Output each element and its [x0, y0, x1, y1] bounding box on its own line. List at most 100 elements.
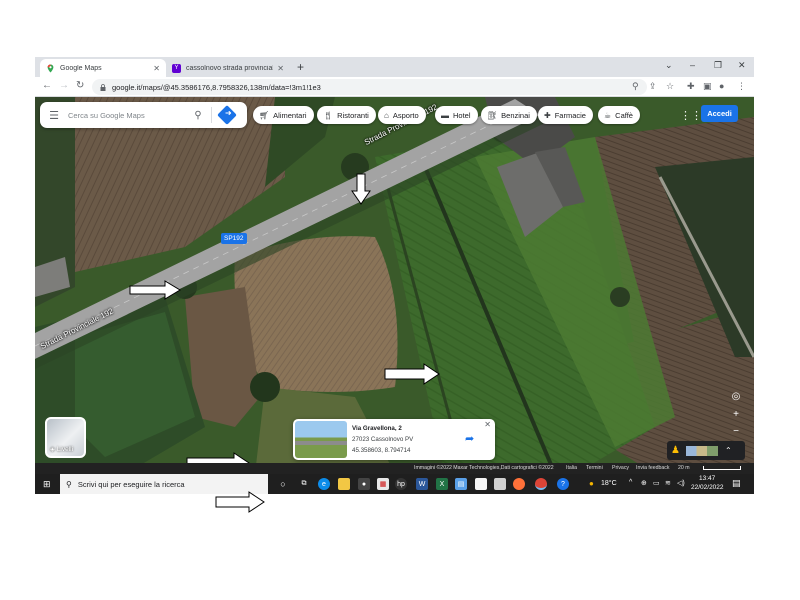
chip-label: Alimentari [273, 110, 307, 120]
minimize-button[interactable]: – [690, 60, 695, 70]
tab-title: Google Maps [60, 64, 102, 72]
map-canvas[interactable]: Strada Provinciale 192 Strada Provincial… [35, 97, 754, 474]
calculator-icon[interactable]: ▤ [455, 478, 467, 490]
cart-icon: 🛒︎ [259, 110, 270, 120]
chip-label: Asporto [392, 110, 419, 120]
chip-ristoranti[interactable]: 🍴︎ Ristoranti [317, 106, 376, 124]
feedback-link[interactable]: Invia feedback [636, 465, 669, 471]
help-icon[interactable]: ? [557, 478, 569, 490]
document-icon[interactable] [494, 478, 506, 490]
privacy-link[interactable]: Privacy [612, 465, 629, 471]
scale-bar [703, 466, 741, 470]
country-link[interactable]: Italia [566, 465, 577, 471]
expand-icon[interactable]: ⌃ [725, 446, 732, 455]
cortana-icon[interactable]: ○ [277, 478, 289, 490]
chip-hotel[interactable]: ▬ Hotel [435, 106, 478, 124]
zoom-out-button[interactable]: − [728, 426, 744, 440]
back-arrow-icon[interactable]: ← [42, 80, 52, 91]
divider [211, 107, 212, 123]
edge-icon[interactable]: e [318, 478, 330, 490]
search-icon: ⚲ [66, 479, 72, 489]
battery-icon[interactable]: ▭ [653, 479, 660, 487]
layers-button[interactable]: ◈ Livelli [45, 417, 86, 458]
wifi-icon[interactable]: ≋ [665, 479, 671, 487]
notepad-icon[interactable] [475, 478, 487, 490]
weather-icon[interactable]: ● [589, 479, 594, 488]
pegman-icon[interactable]: ♟ [671, 445, 680, 456]
chip-asporto[interactable]: ⌂ Asporto [378, 106, 426, 124]
network-icon[interactable]: ⊕ [641, 479, 647, 487]
url-text: google.it/maps/@45.3586176,8.7958326,138… [112, 82, 321, 92]
chip-alimentari[interactable]: 🛒︎ Alimentari [253, 106, 314, 124]
tab-search-icon[interactable]: ⌄ [665, 60, 673, 71]
cutlery-icon: 🍴︎ [323, 110, 334, 120]
tab-title: cassolnovo strada provinciale 192 [186, 64, 273, 72]
layers-text: Livelli [56, 446, 74, 453]
terms-link[interactable]: Termini [586, 465, 603, 471]
camera-app-icon[interactable]: ● [358, 478, 370, 490]
sidepanel-icon[interactable]: ▣ [703, 81, 712, 92]
my-location-icon[interactable]: ◎ [728, 391, 744, 405]
close-window-button[interactable]: ✕ [738, 60, 746, 71]
directions-icon[interactable] [217, 105, 237, 125]
file-explorer-icon[interactable] [338, 478, 350, 490]
close-tab-icon[interactable]: ✕ [277, 64, 284, 73]
maps-pin-icon [47, 63, 54, 73]
reload-icon[interactable]: ↻ [76, 80, 84, 91]
new-tab-button[interactable]: + [297, 60, 304, 74]
firefox-icon[interactable] [513, 478, 525, 490]
chrome-icon[interactable] [535, 478, 547, 490]
more-menu-icon[interactable]: ⋮ [737, 81, 746, 92]
notifications-icon[interactable]: ▤ [732, 478, 741, 489]
volume-icon[interactable]: ◁) [677, 479, 685, 487]
place-address: 27023 Cassolnovo PV [352, 436, 414, 443]
clock-time[interactable]: 13:47 [699, 475, 715, 482]
layers-label: ◈ Livelli [50, 446, 74, 453]
maps-search-input[interactable] [68, 110, 188, 120]
chip-farmacie[interactable]: ✚ Farmacie [538, 106, 593, 124]
taskbar-search-placeholder: Scrivi qui per eseguire la ricerca [77, 479, 185, 489]
imagery-thumbnails[interactable] [685, 445, 718, 456]
chip-benzinai[interactable]: ⛽︎ Benzinai [481, 106, 537, 124]
annotation-arrow-right-road [129, 280, 181, 300]
tab-strip: Google Maps ✕ Y cassolnovo strada provin… [35, 57, 754, 77]
annotation-arrow-right-field [384, 363, 440, 385]
chip-caffe[interactable]: ☕︎ Caffè [598, 106, 640, 124]
close-icon[interactable]: ✕ [484, 420, 491, 429]
location-icon[interactable]: ⚲ [632, 81, 639, 92]
tab-yahoo-search[interactable]: Y cassolnovo strada provinciale 192 ✕ [166, 59, 290, 77]
maps-search-box: ☰ ⚲ [40, 102, 247, 128]
search-icon[interactable]: ⚲ [188, 110, 208, 121]
star-icon[interactable]: ☆ [666, 81, 674, 92]
road-shield: SP192 [221, 233, 247, 244]
task-view-icon[interactable]: ⧉ [298, 478, 310, 490]
word-icon[interactable]: W [416, 478, 428, 490]
signin-button[interactable]: Accedi [701, 105, 738, 122]
address-bar[interactable]: google.it/maps/@45.3586176,8.7958326,138… [92, 79, 647, 95]
hamburger-menu-icon[interactable]: ☰ [40, 109, 68, 122]
map-bottom-controls: ♟ ⌃ [667, 441, 745, 460]
hp-icon[interactable]: hp [395, 478, 407, 490]
zoom-in-button[interactable]: + [728, 409, 744, 423]
browser-window: Google Maps ✕ Y cassolnovo strada provin… [35, 57, 754, 494]
weather-temp[interactable]: 18°C [601, 480, 617, 487]
attribution-bar: Immagini ©2022 Maxar Technologies,Dati c… [35, 463, 754, 474]
windows-start-icon[interactable]: ⊞ [43, 479, 51, 490]
tray-chevron-icon[interactable]: ^ [629, 479, 632, 486]
place-card[interactable]: Via Gravellona, 2 27023 Cassolnovo PV 45… [293, 419, 495, 460]
excel-icon[interactable]: X [436, 478, 448, 490]
browser-toolbar: ← → ↻ google.it/maps/@45.3586176,8.79583… [35, 77, 754, 97]
directions-icon[interactable]: ➦ [465, 432, 474, 445]
restore-button[interactable]: ❐ [714, 60, 722, 71]
calendar-app-icon[interactable]: ▦ [377, 478, 389, 490]
tab-google-maps[interactable]: Google Maps ✕ [40, 59, 166, 77]
lock-icon [100, 83, 106, 91]
profile-icon[interactable]: ● [719, 81, 724, 91]
forward-arrow-icon[interactable]: → [59, 80, 69, 91]
close-tab-icon[interactable]: ✕ [153, 64, 160, 73]
street-view-thumbnail[interactable] [295, 421, 347, 458]
clock-date[interactable]: 22/02/2022 [691, 484, 724, 491]
pharmacy-icon: ✚ [544, 110, 551, 120]
share-icon[interactable]: ⇪ [649, 81, 657, 92]
extensions-icon[interactable]: ✚ [687, 81, 695, 92]
